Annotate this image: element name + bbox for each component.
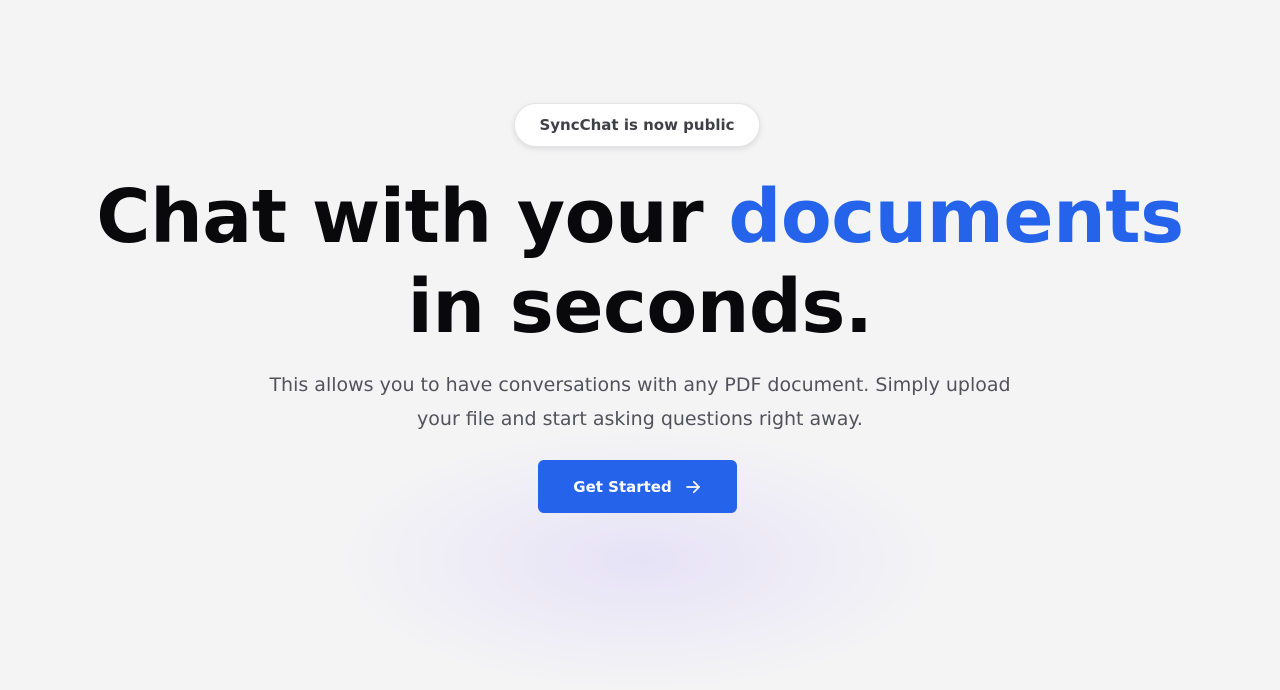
subtitle-line-2: your file and start asking questions rig… [417, 408, 863, 430]
get-started-button[interactable]: Get Started [538, 460, 737, 513]
hero-headline: Chat with your documents in seconds. [0, 172, 1280, 352]
announcement-badge[interactable]: SyncChat is now public [514, 103, 760, 147]
hero-section: SyncChat is now public Chat with your do… [0, 0, 1280, 560]
subtitle-line-1: This allows you to have conversations wi… [269, 374, 1011, 396]
get-started-label: Get Started [573, 477, 672, 496]
headline-text: Chat with your [96, 174, 729, 260]
arrow-right-icon [684, 478, 702, 496]
headline-line-2: in seconds. [407, 264, 873, 350]
headline-highlight: documents [728, 174, 1184, 260]
headline-line-1: Chat with your documents [0, 172, 1280, 262]
hero-subtitle: This allows you to have conversations wi… [240, 368, 1040, 436]
announcement-label: SyncChat is now public [539, 116, 735, 134]
